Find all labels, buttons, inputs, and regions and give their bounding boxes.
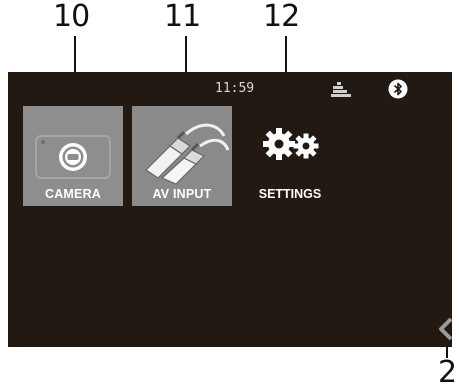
settings-button[interactable]: SETTINGS: [248, 106, 332, 206]
bluetooth-icon[interactable]: [388, 79, 408, 99]
device-screen: 11:59 CAMERA AV INPUT SETTINGS: [8, 72, 454, 347]
av-input-button[interactable]: AV INPUT: [132, 106, 232, 206]
settings-label: SETTINGS: [258, 187, 322, 201]
gears-icon: [263, 128, 319, 160]
callout-10: 10: [53, 0, 90, 34]
callout-2: 2: [438, 355, 457, 390]
rca-cable-icon: [145, 123, 230, 185]
back-arrow-icon[interactable]: [438, 317, 454, 341]
callout-11: 11: [164, 0, 201, 34]
camera-label: CAMERA: [44, 187, 102, 201]
camera-icon: [35, 135, 111, 179]
callout-12: 12: [263, 0, 300, 34]
av-input-label: AV INPUT: [152, 187, 212, 201]
clock-time: 11:59: [215, 81, 255, 96]
camera-button[interactable]: CAMERA: [23, 106, 123, 206]
signal-bars-icon: [331, 82, 351, 97]
